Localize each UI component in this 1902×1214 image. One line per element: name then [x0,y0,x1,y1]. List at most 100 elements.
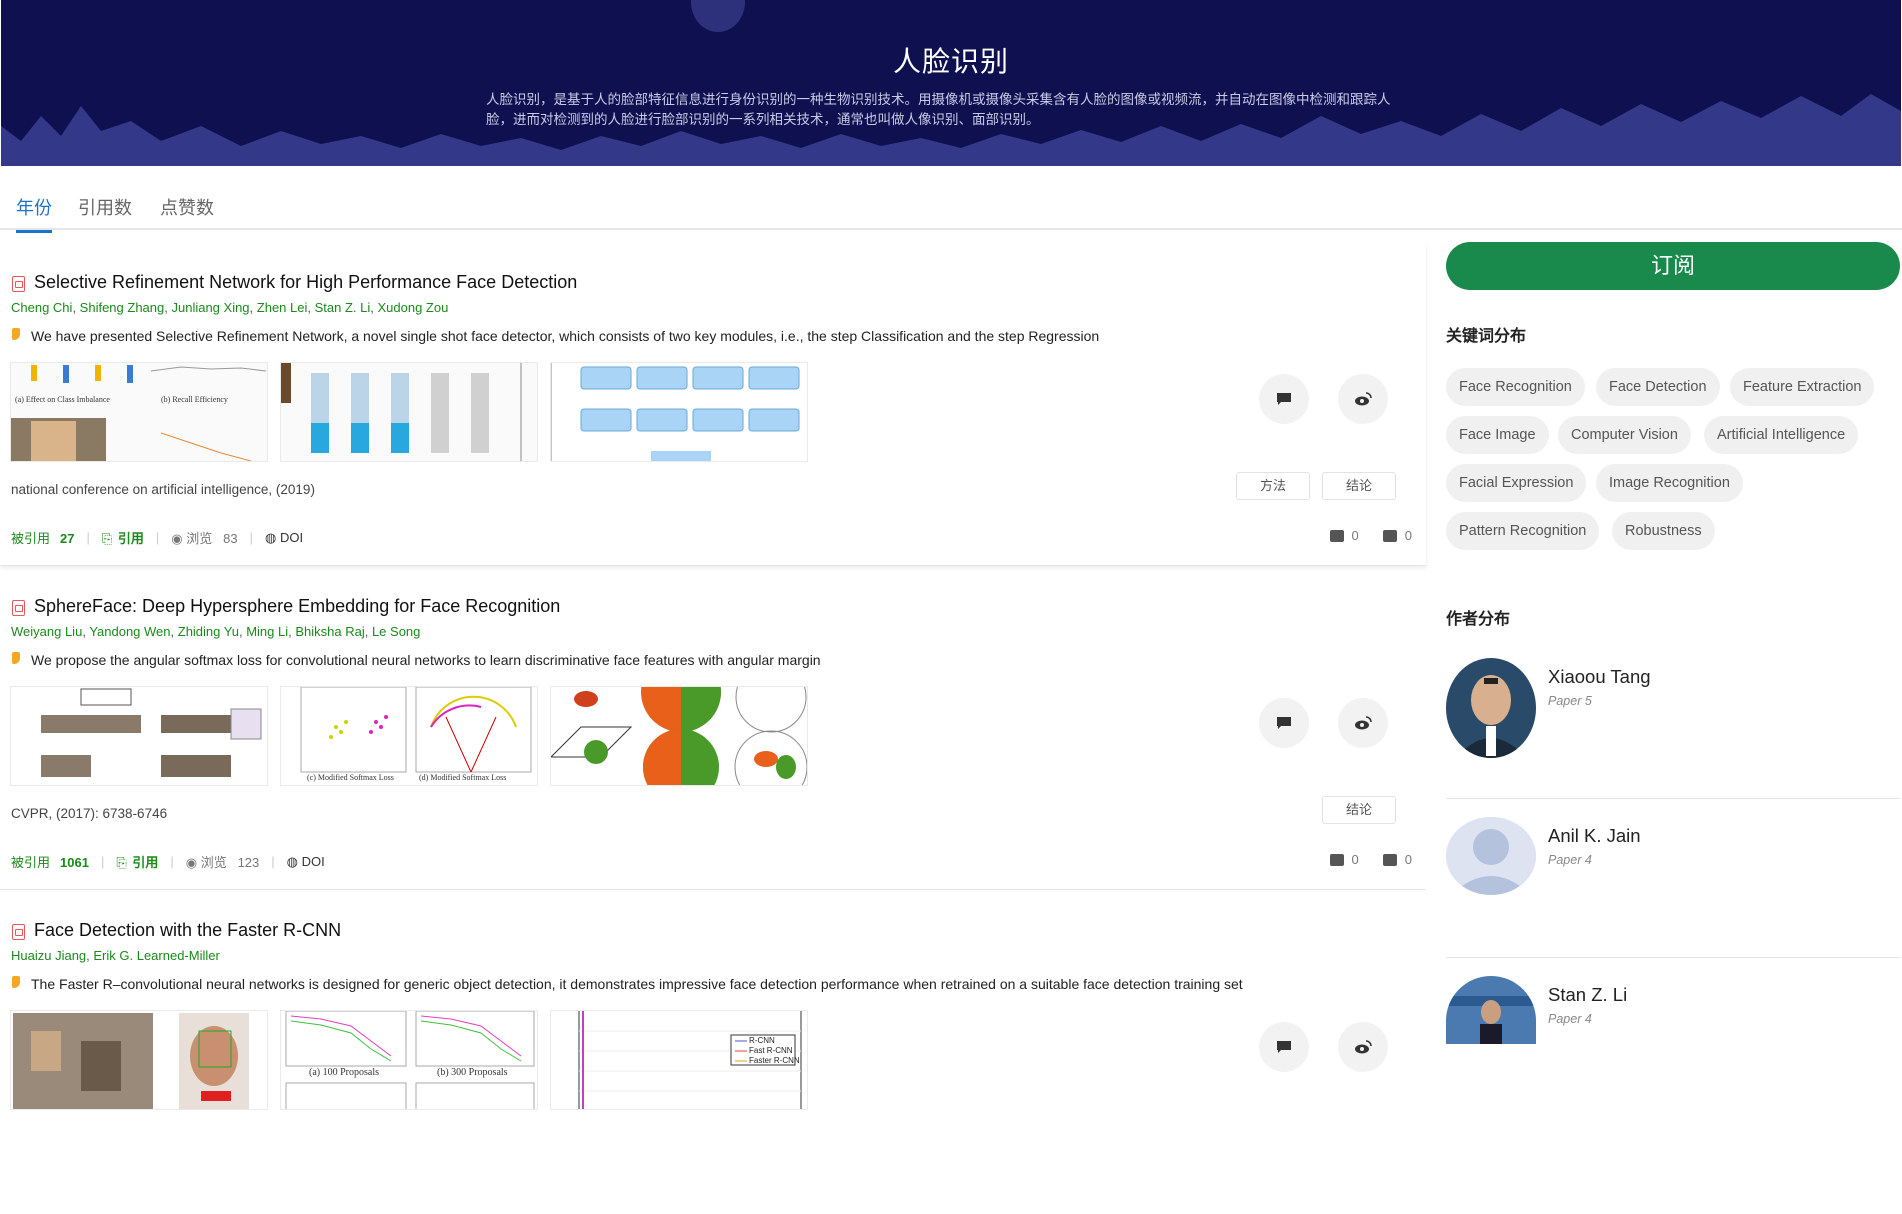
tag-conclusion-button[interactable]: 结论 [1322,472,1396,500]
weibo-icon [1355,392,1372,406]
author-link[interactable]: Ming Li [246,624,288,639]
authors-heading: 作者分布 [1446,611,1511,628]
figure-thumbnail[interactable] [550,362,808,462]
author-link[interactable]: Xudong Zou [377,300,448,315]
doi-link[interactable]: ◍ DOI [287,854,325,870]
figure-thumbnail[interactable] [280,362,538,462]
weibo-share-button[interactable] [1338,698,1388,748]
vote-area: 0 0 [1329,852,1412,867]
like-count: 0 [1351,528,1359,543]
figure-caption: (d) Modified Softmax Loss [419,773,507,782]
cite-button[interactable]: ⎘ 引用 [116,852,158,871]
author-link[interactable]: Zhiding Yu [178,624,239,639]
weibo-share-button[interactable] [1338,1022,1388,1072]
keyword-chip[interactable]: Pattern Recognition [1446,512,1600,550]
pdf-icon[interactable] [12,924,25,940]
author-link[interactable]: Huaizu Jiang [11,948,86,963]
paper-stats: 被引用 27 | ⎘ 引用 | ◉ 浏览 83 | ◍ DOI [11,528,304,547]
weibo-share-button[interactable] [1338,374,1388,424]
author-link[interactable]: Bhiksha Raj [295,624,364,639]
figure-thumbnail[interactable]: R-CNN Fast R-CNN Faster R-CNN [550,1010,808,1110]
figure-thumbnail[interactable]: (a) Effect on Class Imbalance (b) Recall… [10,362,268,462]
figure-thumbnail[interactable] [10,686,268,786]
keywords-heading: 关键词分布 [1446,328,1527,345]
keyword-chip[interactable]: Face Detection [1596,368,1720,406]
paper-card: Selective Refinement Network for High Pe… [0,244,1426,566]
hero-glow-decoration [691,0,745,32]
figure-thumbnail[interactable]: (a) 100 Proposals (b) 300 Proposals [280,1010,538,1110]
pdf-icon[interactable] [12,600,25,616]
tab-year[interactable]: 年份 [16,194,52,233]
keyword-chip[interactable]: Artificial Intelligence [1704,416,1859,454]
figure-thumbnail[interactable] [550,686,808,786]
topic-title: 人脸识别 [892,46,1009,77]
author-link[interactable]: Stan Z. Li [315,300,371,315]
dislike-icon[interactable] [1382,853,1397,866]
cited-by-count[interactable]: 被引用 27 [11,528,74,547]
like-icon[interactable] [1329,853,1344,866]
dislike-count: 0 [1404,528,1412,543]
paper-stats: 被引用 1061 | ⎘ 引用 | ◉ 浏览 123 | ◍ DOI [11,852,325,871]
tab-likes[interactable]: 点赞数 [160,194,214,220]
author-link[interactable]: Shifeng Zhang [80,300,165,315]
cite-button[interactable]: ⎘ 引用 [102,528,144,547]
author-name[interactable]: Xiaoou Tang [1548,666,1651,688]
doi-link[interactable]: ◍ DOI [265,530,303,546]
comment-button[interactable] [1259,374,1309,424]
figure-caption: (c) Modified Softmax Loss [307,773,394,782]
keyword-chip[interactable]: Face Recognition [1446,368,1585,406]
paper-abstract: The Faster R–convolutional neural networ… [31,976,1243,992]
pdf-icon[interactable] [12,276,25,292]
views-count: ◉ 浏览 83 [171,531,238,546]
keyword-chip[interactable]: Robustness [1612,512,1715,550]
keyword-chip[interactable]: Face Image [1446,416,1549,454]
paper-title[interactable]: Face Detection with the Faster R-CNN [34,920,341,941]
author-name[interactable]: Anil K. Jain [1548,825,1641,847]
figure-caption: (b) Recall Efficiency [161,395,228,404]
paper-abstract: We propose the angular softmax loss for … [31,652,821,668]
author-link[interactable]: Yandong Wen [89,624,170,639]
paper-title[interactable]: SphereFace: Deep Hypersphere Embedding f… [34,596,560,617]
like-icon[interactable] [1329,529,1344,542]
figure-caption: (b) 300 Proposals [437,1067,508,1078]
subscribe-button[interactable]: 订阅 [1446,242,1900,290]
author-card[interactable]: Stan Z. Li Paper 4 [1446,976,1900,1044]
sort-tabs: 年份 引用数 点赞数 [0,186,1902,233]
weibo-icon [1355,1040,1372,1054]
paper-figures: (a) Effect on Class Imbalance (b) Recall… [10,362,808,462]
paper-figures: (c) Modified Softmax Loss (d) Modified S… [10,686,808,786]
author-link[interactable]: Zhen Lei [257,300,308,315]
author-card[interactable]: Xiaoou Tang Paper 5 [1446,658,1900,816]
figure-thumbnail[interactable] [10,1010,268,1110]
figure-thumbnail[interactable]: (c) Modified Softmax Loss (d) Modified S… [280,686,538,786]
dislike-icon[interactable] [1382,529,1397,542]
paper-authors: Huaizu Jiang, Erik G. Learned-Miller [11,948,220,963]
tab-citations[interactable]: 引用数 [78,194,132,220]
author-card[interactable]: Anil K. Jain Paper 4 [1446,817,1900,975]
avatar [1446,976,1536,1044]
keyword-chip[interactable]: Feature Extraction [1730,368,1875,406]
avatar [1446,658,1536,758]
author-paper-count: Paper 4 [1548,1012,1592,1026]
keyword-chip[interactable]: Facial Expression [1446,464,1587,502]
chart-legend: R-CNN Fast R-CNN Faster R-CNN [749,1036,800,1065]
author-name[interactable]: Stan Z. Li [1548,984,1627,1006]
comment-button[interactable] [1259,1022,1309,1072]
author-link[interactable]: Junliang Xing [171,300,249,315]
author-link[interactable]: Cheng Chi [11,300,72,315]
comment-icon [1277,393,1291,405]
paper-title[interactable]: Selective Refinement Network for High Pe… [34,272,577,293]
tag-method-button[interactable]: 方法 [1236,472,1310,500]
tag-conclusion-button[interactable]: 结论 [1322,796,1396,824]
keyword-chip[interactable]: Image Recognition [1596,464,1743,502]
keyword-chip[interactable]: Computer Vision [1558,416,1691,454]
author-link[interactable]: Erik G. Learned-Miller [93,948,219,963]
comment-icon [1277,717,1291,729]
comment-button[interactable] [1259,698,1309,748]
figure-caption: (a) 100 Proposals [309,1067,379,1078]
author-link[interactable]: Weiyang Liu [11,624,82,639]
author-paper-count: Paper 5 [1548,694,1592,708]
cited-by-count[interactable]: 被引用 1061 [11,852,89,871]
figure-caption: (a) Effect on Class Imbalance [15,395,110,404]
author-link[interactable]: Le Song [372,624,420,639]
